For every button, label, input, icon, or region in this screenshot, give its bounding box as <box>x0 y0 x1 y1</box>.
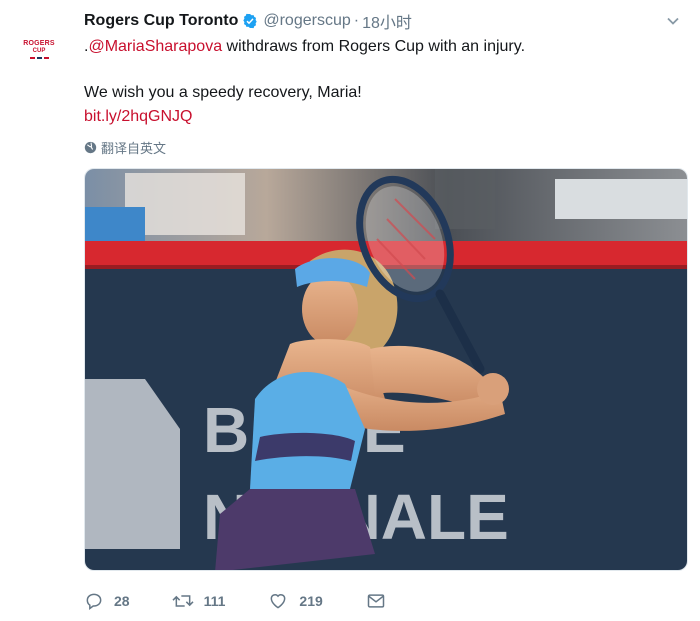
handle[interactable]: @rogerscup <box>263 12 350 30</box>
display-name[interactable]: Rogers Cup Toronto <box>84 12 238 30</box>
url-link[interactable]: bit.ly/2hqGNJQ <box>84 108 192 125</box>
envelope-icon <box>367 594 385 608</box>
direct-message-button[interactable] <box>365 591 397 611</box>
heart-icon <box>270 594 286 609</box>
like-count: 219 <box>299 593 323 609</box>
photo-tennis-player: B QUE N IONALE <box>85 169 687 570</box>
globe-icon <box>84 141 97 154</box>
avatar[interactable]: ROGERS CUP <box>14 24 64 74</box>
retweet-count: 111 <box>203 593 226 609</box>
tweet-actions: 28 111 219 <box>84 588 397 614</box>
reply-button[interactable]: 28 <box>84 591 130 611</box>
verified-badge-icon <box>243 13 258 29</box>
avatar-line1: ROGERS <box>23 39 55 47</box>
retweet-icon <box>172 595 194 607</box>
tweet-text-line2: We wish you a speedy recovery, Maria! <box>84 84 362 101</box>
tweet-photo[interactable]: B QUE N IONALE <box>84 168 688 571</box>
like-button[interactable]: 219 <box>267 591 323 611</box>
chevron-down-icon[interactable] <box>666 14 680 28</box>
avatar-line2: CUP <box>32 47 46 54</box>
avatar-mark <box>29 56 49 59</box>
text-body: withdraws from Rogers Cup with an injury… <box>222 38 526 55</box>
timestamp[interactable]: 18小时 <box>362 9 412 33</box>
translate-label: 翻译自英文 <box>101 141 167 156</box>
tweet-text: .@MariaSharapova withdraws from Rogers C… <box>84 36 684 58</box>
mention-link[interactable]: @MariaSharapova <box>88 38 222 55</box>
reply-count: 28 <box>114 593 130 609</box>
reply-icon <box>86 593 102 610</box>
separator: · <box>353 12 360 29</box>
translate-button[interactable]: 翻译自英文 <box>84 138 166 157</box>
tweet[interactable]: ROGERS CUP Rogers Cup Toronto @rogerscup… <box>0 0 700 621</box>
retweet-button[interactable]: 111 <box>172 591 226 611</box>
tweet-header: Rogers Cup Toronto @rogerscup · 18小时 <box>84 10 412 32</box>
